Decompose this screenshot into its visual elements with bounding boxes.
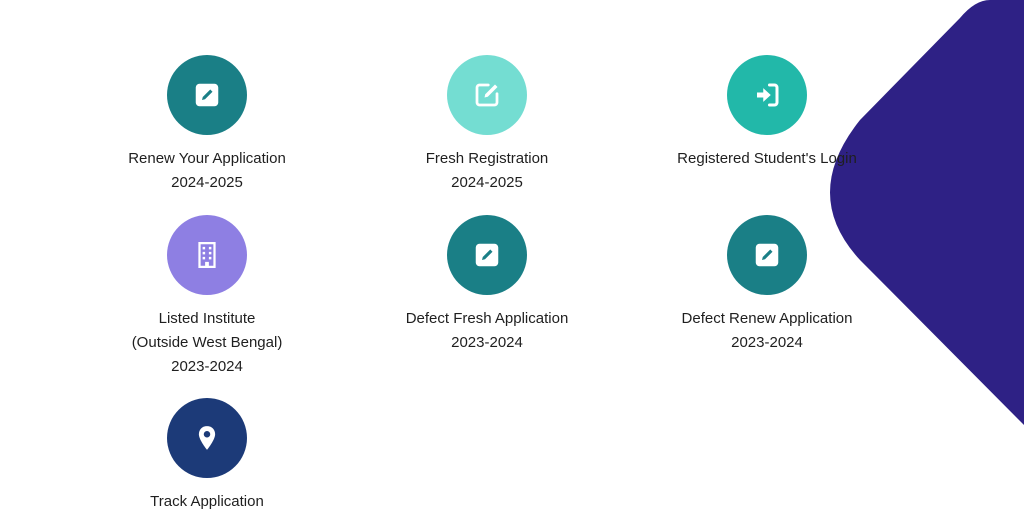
tile-sublabel: (Outside West Bengal) (131, 334, 283, 351)
tile-year: 2023-2024 (731, 334, 803, 351)
tile-icon-circle (447, 215, 527, 295)
tile-year: 2023-2024 (451, 334, 523, 351)
tile-icon-circle (167, 55, 247, 135)
tile-year: 2024-2025 (171, 174, 243, 191)
page: Renew Your Application 2024-2025 Fresh R… (0, 0, 1024, 512)
tile-label: Track Application (150, 493, 264, 510)
tile-label: Renew Your Application (128, 150, 286, 167)
tile-icon-circle (727, 215, 807, 295)
tile-icon-circle (447, 55, 527, 135)
tile-listed-institute[interactable]: Listed Institute (Outside West Bengal) 2… (87, 215, 327, 379)
tile-icon-circle (167, 215, 247, 295)
tile-renew-application[interactable]: Renew Your Application 2024-2025 (87, 55, 327, 195)
edit-outline-icon (475, 83, 499, 107)
tile-label: Registered Student's Login (677, 150, 857, 167)
tile-year: 2023-2024 (171, 358, 243, 375)
tile-defect-renew-application[interactable]: Defect Renew Application 2023-2024 (647, 215, 887, 355)
tile-registered-student-login[interactable]: Registered Student's Login (647, 55, 887, 171)
map-marker-icon (198, 426, 216, 450)
tile-label: Defect Fresh Application (405, 310, 569, 327)
edit-square-icon (755, 243, 779, 267)
tile-label: Defect Renew Application (681, 310, 853, 327)
tile-label: Listed Institute (158, 310, 256, 327)
sign-in-icon (757, 83, 779, 107)
tile-track-application[interactable]: Track Application (87, 398, 327, 512)
tile-year: 2024-2025 (451, 174, 523, 191)
tile-icon-circle (727, 55, 807, 135)
building-icon (198, 242, 216, 268)
edit-square-icon (475, 243, 499, 267)
tile-fresh-registration[interactable]: Fresh Registration 2024-2025 (367, 55, 607, 195)
tile-label: Fresh Registration (425, 150, 549, 167)
tile-defect-fresh-application[interactable]: Defect Fresh Application 2023-2024 (367, 215, 607, 355)
edit-square-icon (195, 83, 219, 107)
tile-icon-circle (167, 398, 247, 478)
